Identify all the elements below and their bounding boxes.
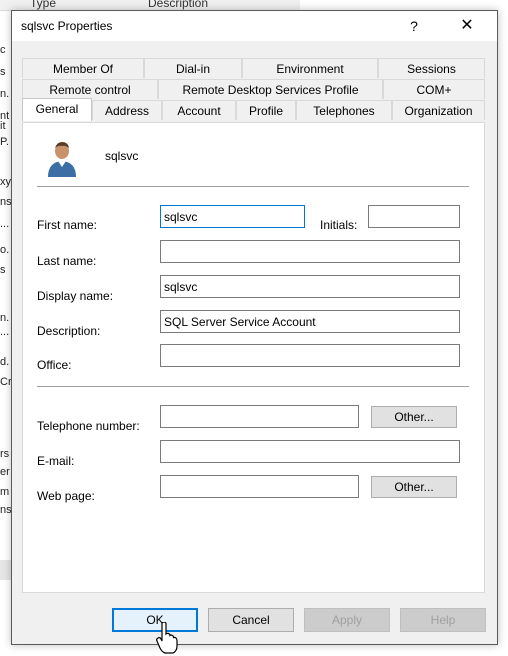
web-page-other-button[interactable]: Other... (371, 476, 457, 498)
web-page-input[interactable] (160, 475, 359, 498)
ok-button[interactable]: OK (112, 608, 198, 632)
tab-remote-control[interactable]: Remote control (22, 79, 158, 99)
hand-pointer-icon (156, 622, 178, 654)
close-button[interactable]: ✕ (452, 15, 482, 37)
tab-remote-desktop-services-profile[interactable]: Remote Desktop Services Profile (158, 79, 383, 99)
background-header-type: Type (30, 0, 57, 10)
cancel-button[interactable]: Cancel (208, 608, 294, 632)
user-icon (48, 142, 76, 177)
first-name-input[interactable] (160, 205, 305, 228)
tab-profile[interactable]: Profile (236, 100, 296, 120)
email-input[interactable] (160, 440, 460, 463)
last-name-input[interactable] (160, 240, 460, 263)
tab-organization[interactable]: Organization (392, 100, 485, 120)
help-question-button[interactable]: ? (402, 15, 426, 37)
properties-dialog: sqlsvc Properties ? ✕ Member Of Dial-in … (11, 10, 498, 645)
initials-input[interactable] (368, 205, 460, 228)
apply-button[interactable]: Apply (304, 608, 390, 632)
tab-telephones[interactable]: Telephones (296, 100, 392, 120)
background-header-description: Description (148, 0, 209, 10)
general-tab-panel: sqlsvc First name: Initials: Last name: … (22, 122, 485, 593)
telephone-other-button[interactable]: Other... (371, 406, 457, 428)
tab-dial-in[interactable]: Dial-in (144, 58, 242, 78)
description-label: Description: (37, 324, 101, 338)
dialog-title: sqlsvc Properties (21, 19, 113, 33)
first-name-label: First name: (37, 218, 98, 232)
title-bar[interactable]: sqlsvc Properties ? ✕ (12, 11, 497, 41)
tab-address[interactable]: Address (92, 100, 162, 120)
tab-environment[interactable]: Environment (242, 58, 378, 78)
office-label: Office: (37, 358, 72, 372)
tab-general[interactable]: General (22, 98, 92, 121)
separator (37, 386, 469, 388)
telephone-number-input[interactable] (160, 405, 359, 428)
user-display-heading: sqlsvc (105, 149, 139, 163)
display-name-input[interactable] (160, 275, 460, 298)
tab-com-plus[interactable]: COM+ (383, 79, 485, 99)
tab-sessions[interactable]: Sessions (378, 58, 485, 78)
initials-label: Initials: (320, 218, 358, 232)
separator (37, 186, 469, 188)
display-name-label: Display name: (37, 289, 114, 303)
web-page-label: Web page: (37, 489, 95, 503)
tab-member-of[interactable]: Member Of (22, 58, 144, 78)
email-label: E-mail: (37, 454, 75, 468)
telephone-number-label: Telephone number: (37, 419, 140, 433)
help-button[interactable]: Help (400, 608, 486, 632)
office-input[interactable] (160, 344, 460, 367)
last-name-label: Last name: (37, 254, 97, 268)
description-input[interactable] (160, 310, 460, 333)
tab-account[interactable]: Account (162, 100, 236, 120)
